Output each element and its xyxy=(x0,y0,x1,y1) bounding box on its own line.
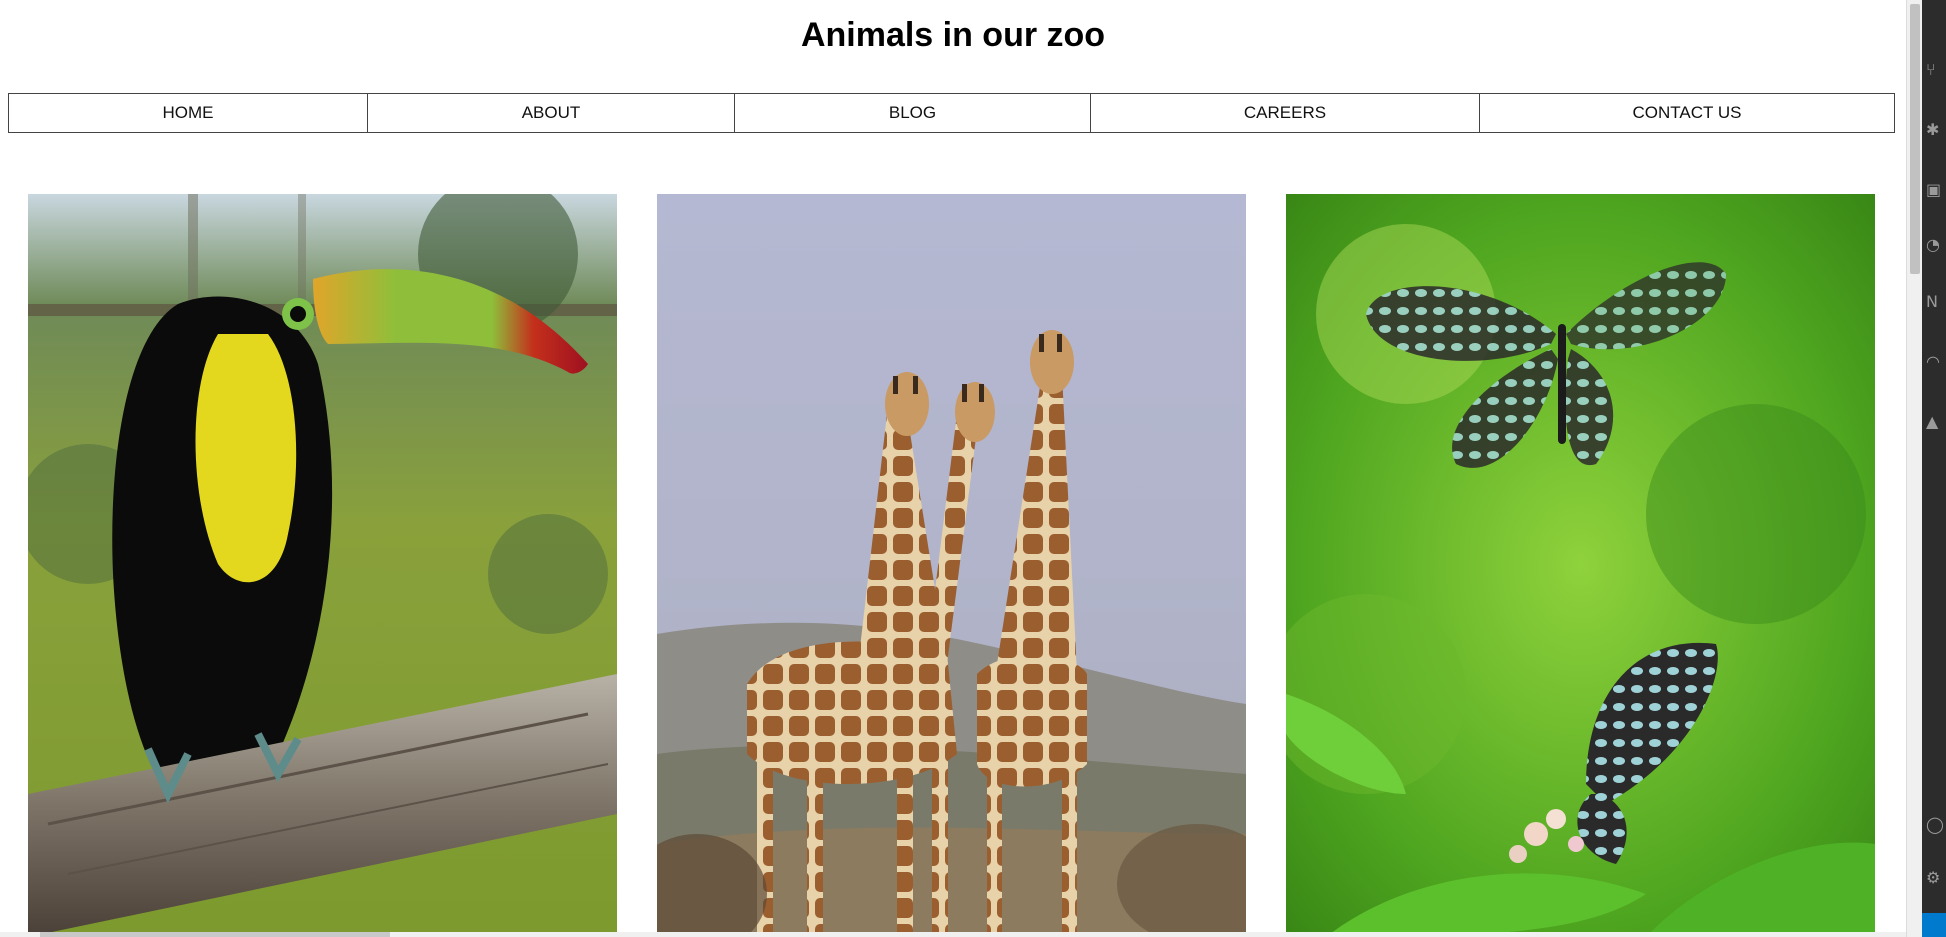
nav-about[interactable]: ABOUT xyxy=(367,93,735,133)
toucan-photo xyxy=(28,194,617,937)
butterflies-photo xyxy=(1286,194,1875,937)
nav-contact-us[interactable]: CONTACT US xyxy=(1479,93,1895,133)
status-indicator xyxy=(1922,913,1946,937)
page-title: Animals in our zoo xyxy=(800,16,1106,54)
triangle-icon[interactable]: ▲ xyxy=(1926,412,1946,432)
side-strip: ⑂ ✱ ▣ ◔ N ◠ ▲ ◯ ⚙ xyxy=(1906,0,1946,937)
vertical-scrollbar[interactable] xyxy=(1906,0,1923,937)
remote-icon[interactable]: ◠ xyxy=(1926,352,1946,372)
settings-icon[interactable]: ⚙ xyxy=(1926,868,1946,888)
butterflies-image xyxy=(1286,194,1875,937)
photo-gallery xyxy=(0,194,1906,937)
activity-bar: ⑂ ✱ ▣ ◔ N ◠ ▲ ◯ ⚙ xyxy=(1922,0,1946,937)
nav-blog[interactable]: BLOG xyxy=(734,93,1091,133)
web-page: Animals in our zoo HOME ABOUT BLOG CAREE… xyxy=(0,0,1906,937)
toucan-image xyxy=(28,194,617,937)
extensions-icon[interactable]: ▣ xyxy=(1926,180,1946,200)
account-icon[interactable]: ◯ xyxy=(1926,815,1946,835)
giraffes-photo xyxy=(657,194,1246,937)
info-icon[interactable]: ◔ xyxy=(1926,235,1946,255)
nav-home[interactable]: HOME xyxy=(8,93,368,133)
nav-bar: HOME ABOUT BLOG CAREERS CONTACT US xyxy=(8,93,1895,133)
vertical-scroll-thumb[interactable] xyxy=(1910,4,1920,274)
giraffes-image xyxy=(657,194,1246,937)
horizontal-scrollbar[interactable] xyxy=(0,932,1906,937)
note-icon[interactable]: N xyxy=(1926,292,1946,312)
nav-careers[interactable]: CAREERS xyxy=(1090,93,1480,133)
debug-icon[interactable]: ✱ xyxy=(1926,120,1946,140)
horizontal-scroll-thumb[interactable] xyxy=(40,932,390,937)
source-control-icon[interactable]: ⑂ xyxy=(1926,60,1946,80)
